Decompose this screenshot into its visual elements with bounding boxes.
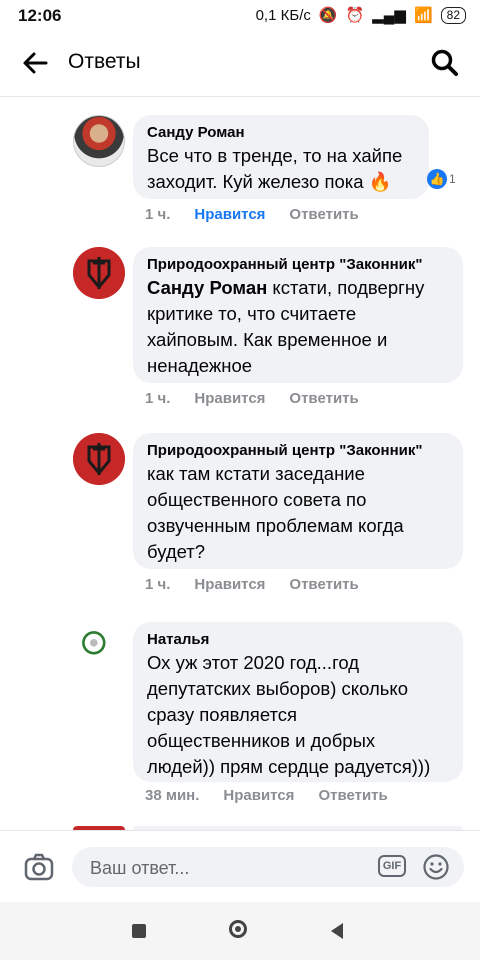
avatar[interactable]	[73, 115, 125, 167]
battery-indicator: 82	[440, 6, 466, 24]
system-nav-bar	[0, 902, 480, 960]
comment-bubble[interactable]: Природоохранный центр "Законник" как там…	[133, 433, 463, 569]
reply-button[interactable]: Ответить	[289, 576, 358, 593]
comment-text-line: депутатских выборов) сколько	[147, 678, 409, 699]
comment-text-line: Все что в тренде, то на хайпе	[147, 145, 403, 166]
camera-icon[interactable]	[24, 853, 54, 881]
reply-input[interactable]	[88, 847, 362, 889]
mention-link[interactable]: Санду Роман	[147, 277, 267, 298]
like-button[interactable]: Нравится	[194, 576, 265, 593]
avatar[interactable]	[73, 433, 125, 485]
mute-icon: 🔕	[318, 7, 338, 24]
comment-text-line: общественников и добрых	[147, 730, 376, 751]
comment-text-line: ненадежное	[147, 355, 253, 376]
comment-bubble[interactable]: Наталья Ох уж этот 2020 год...год депута…	[133, 622, 463, 782]
shield-sword-logo-icon	[73, 247, 125, 299]
reaction-summary[interactable]: 👍 1	[427, 169, 456, 189]
alarm-icon: ⏰	[345, 7, 365, 24]
comment-text-fragment: кстати, подвергну	[267, 277, 425, 298]
comment-text-line: общественного совета по	[147, 489, 367, 510]
clock: 12:06	[18, 6, 62, 25]
reply-input-container: GIF	[72, 847, 464, 889]
page-title: Ответы	[68, 50, 141, 73]
comment-time: 1 ч.	[145, 390, 171, 407]
comment-text-line: сразу появляется	[147, 704, 298, 725]
comment-author[interactable]: Природоохранный центр "Законник"	[147, 441, 449, 461]
comment-author[interactable]: Санду Роман	[147, 123, 415, 143]
comment-actions: 1 ч. Нравится Ответить	[145, 206, 359, 223]
comment-bubble[interactable]: Санду Роман Все что в тренде, то на хайп…	[133, 115, 429, 199]
recent-apps-icon[interactable]	[132, 924, 146, 938]
comment-actions: 1 ч. Нравится Ответить	[145, 390, 359, 407]
comment-author[interactable]: Природоохранный центр "Законник"	[147, 255, 449, 275]
comment-actions: 1 ч. Нравится Ответить	[145, 576, 359, 593]
comment-text-line: критике то, что считаете	[147, 303, 357, 324]
wifi-icon: 📶	[413, 7, 433, 24]
shield-sword-logo-icon	[73, 433, 125, 485]
comment-text-line: Санду Роман кстати, подвергну	[147, 275, 449, 301]
comment-bubble[interactable]: Природоохранный центр "Законник" Санду Р…	[133, 247, 463, 383]
search-icon[interactable]	[430, 48, 460, 78]
reply-button[interactable]: Ответить	[289, 206, 358, 223]
like-button[interactable]: Нравится	[194, 206, 265, 223]
comment-text-line: как там кстати заседание	[147, 463, 365, 484]
gif-button[interactable]: GIF	[378, 855, 406, 877]
signal-icon: ▂▄▆	[372, 7, 406, 24]
app-bar: Ответы	[0, 30, 480, 97]
back-arrow-icon[interactable]	[20, 48, 50, 78]
reply-button[interactable]: Ответить	[318, 787, 387, 804]
comment-time: 1 ч.	[145, 576, 171, 593]
avatar[interactable]	[73, 247, 125, 299]
reaction-count: 1	[449, 172, 456, 186]
status-icons: 0,1 КБ/с 🔕 ⏰ ▂▄▆ 📶 82	[256, 6, 466, 24]
like-button[interactable]: Нравится	[194, 390, 265, 407]
thumbs-up-icon: 👍	[427, 169, 447, 189]
home-icon[interactable]	[229, 920, 247, 938]
comment-text-line: будет?	[147, 541, 206, 562]
reply-button[interactable]: Ответить	[289, 390, 358, 407]
comment-author[interactable]: Наталья	[147, 630, 449, 650]
emoji-icon[interactable]	[422, 853, 450, 881]
status-bar: 12:06 0,1 КБ/с 🔕 ⏰ ▂▄▆ 📶 82	[0, 0, 480, 30]
like-button[interactable]: Нравится	[223, 787, 294, 804]
avatar[interactable]	[73, 622, 125, 674]
comment-text-line: озвученным проблемам когда	[147, 515, 404, 536]
back-icon[interactable]	[331, 923, 343, 939]
comment-text-line: заходит. Куй железо пока 🔥	[147, 171, 392, 192]
comment-text-line: людей)) прям сердце радуется)))	[147, 756, 431, 777]
comment-time: 1 ч.	[145, 206, 171, 223]
comment-actions: 38 мин. Нравится Ответить	[145, 787, 388, 804]
comment-time: 38 мин.	[145, 787, 200, 804]
reply-composer: GIF	[0, 830, 480, 903]
network-speed: 0,1 КБ/с	[255, 6, 311, 24]
comment-text-line: хайповым. Как временное и	[147, 329, 388, 350]
comment-text-line: Ох уж этот 2020 год...год	[147, 652, 360, 673]
